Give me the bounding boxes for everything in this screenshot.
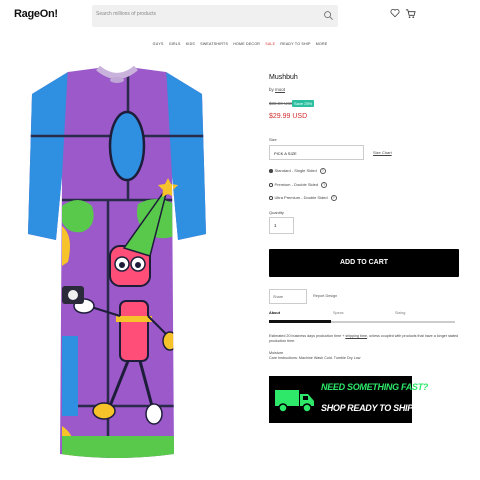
- search-bar[interactable]: Search millions of products: [92, 5, 338, 27]
- option-label: Ultra Premium - Double Sided: [274, 195, 328, 201]
- sale-price: $29.99 USD: [269, 113, 308, 120]
- material-info: Moisture Care Instructions: Machine Wash…: [269, 351, 360, 361]
- cart-icon[interactable]: [405, 8, 416, 19]
- save-badge: Save 25%: [292, 100, 315, 107]
- radio-icon[interactable]: [269, 196, 273, 200]
- nav-item-home-decor[interactable]: HOME DECOR: [233, 42, 260, 46]
- category-nav: GUYS GIRLS KIDS SWEATSHIRTS HOME DECOR S…: [0, 42, 480, 46]
- share-label: Share: [273, 295, 284, 299]
- search-icon[interactable]: [323, 10, 334, 21]
- product-image[interactable]: [28, 66, 206, 462]
- help-icon[interactable]: ?: [319, 168, 326, 174]
- nav-item-kids[interactable]: KIDS: [186, 42, 195, 46]
- promo-headline: NEED SOMETHING FAST?: [321, 382, 429, 392]
- option-premium[interactable]: Premium - Double Sided?: [269, 182, 328, 188]
- ready-to-ship-banner[interactable]: NEED SOMETHING FAST? SHOP READY TO SHIP.: [269, 376, 428, 423]
- search-input[interactable]: Search millions of products: [96, 11, 156, 17]
- size-chart-link[interactable]: Size Chart: [373, 150, 392, 155]
- by-label: by: [269, 87, 274, 92]
- about-text-part: Estimated 20 business days production ti…: [269, 334, 346, 338]
- nav-item-more[interactable]: MORE: [316, 42, 328, 46]
- radio-icon[interactable]: [269, 183, 273, 187]
- nav-item-sweatshirts[interactable]: SWEATSHIRTS: [200, 42, 228, 46]
- quantity-label: Quantity: [269, 210, 284, 215]
- promo-subline: SHOP READY TO SHIP.: [321, 403, 414, 413]
- add-to-cart-button[interactable]: ADD TO CART: [269, 249, 459, 277]
- quantity-input[interactable]: 1: [269, 217, 294, 234]
- tab-about[interactable]: About: [269, 311, 280, 315]
- option-standard[interactable]: Standard - Single Sided?: [269, 168, 326, 174]
- nav-item-guys[interactable]: GUYS: [153, 42, 164, 46]
- site-header: RageOn! Search millions of products: [0, 0, 480, 40]
- option-label: Premium - Double Sided: [274, 182, 319, 188]
- artist-link[interactable]: moot: [275, 87, 285, 92]
- option-label: Standard - Single Sided: [274, 168, 317, 174]
- heart-icon[interactable]: [390, 8, 400, 18]
- product-title: Mushbuh: [269, 74, 298, 81]
- care-instructions: Care Instructions: Machine Wash Cold. Tu…: [269, 356, 361, 360]
- tab-sizing[interactable]: Sizing: [395, 311, 405, 315]
- report-design-link[interactable]: Report Design: [313, 294, 337, 298]
- shipping-time-link[interactable]: shipping time: [345, 334, 367, 338]
- help-icon[interactable]: ?: [321, 182, 328, 188]
- tab-active-indicator: [269, 320, 331, 323]
- nav-item-sale[interactable]: SALE: [265, 42, 275, 46]
- about-text: Estimated 20 business days production ti…: [269, 334, 469, 344]
- help-icon[interactable]: ?: [330, 195, 337, 201]
- site-logo[interactable]: RageOn!: [14, 8, 58, 20]
- tab-specs[interactable]: Specs: [333, 311, 344, 315]
- artist-byline: by moot: [269, 87, 285, 92]
- option-ultra-premium[interactable]: Ultra Premium - Double Sided?: [269, 195, 337, 201]
- size-select-value: PICK A SIZE: [274, 151, 297, 156]
- share-button[interactable]: Share: [269, 289, 307, 304]
- nav-item-ready-to-ship[interactable]: READY TO SHIP: [280, 42, 310, 46]
- size-select[interactable]: PICK A SIZE: [269, 145, 364, 160]
- size-label: Size: [269, 137, 277, 142]
- original-price: $38.00 USD: [269, 101, 294, 106]
- truck-icon: [275, 390, 314, 413]
- radio-selected-icon[interactable]: [269, 169, 273, 173]
- nav-item-girls[interactable]: GIRLS: [169, 42, 181, 46]
- quantity-value: 1: [274, 223, 277, 228]
